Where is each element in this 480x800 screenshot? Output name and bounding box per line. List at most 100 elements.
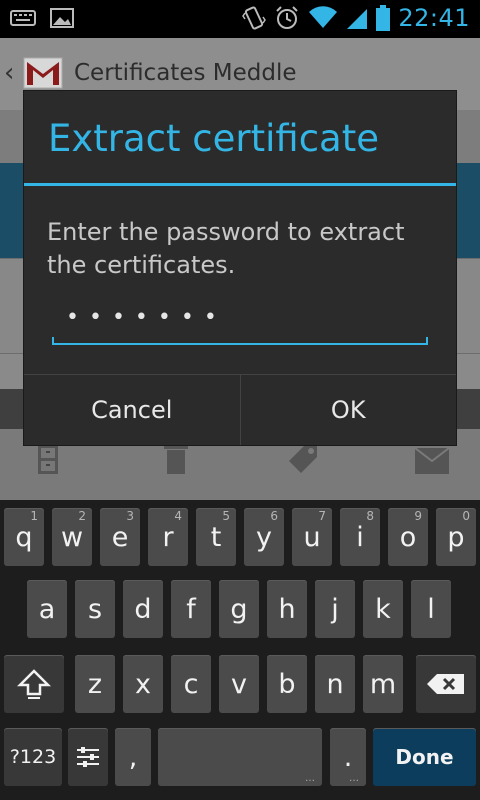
password-value: ••••••• <box>66 305 227 330</box>
symbols-key[interactable]: ?123 <box>4 728 62 786</box>
key-r[interactable]: r4 <box>148 508 188 566</box>
key-u[interactable]: u7 <box>292 508 332 566</box>
key-n[interactable]: n <box>315 655 355 713</box>
key-label: h <box>278 593 296 625</box>
dialog-message: Enter the password to extract the certif… <box>47 218 405 279</box>
key-label: f <box>186 593 196 625</box>
key-label: z <box>87 668 103 700</box>
space-key[interactable]: … <box>158 728 322 786</box>
trash-icon[interactable] <box>156 439 196 479</box>
key-hint: 1 <box>30 509 38 523</box>
key-label: Done <box>395 745 454 769</box>
alarm-icon <box>276 6 299 29</box>
key-s[interactable]: s <box>75 580 115 638</box>
key-label: e <box>111 521 129 553</box>
key-e[interactable]: e3 <box>100 508 140 566</box>
extract-certificate-dialog: Extract certificate Enter the password t… <box>24 91 456 445</box>
key-label: c <box>183 668 199 700</box>
password-input[interactable]: ••••••• <box>52 297 428 345</box>
key-label: r <box>162 521 174 553</box>
key-label: i <box>356 521 364 553</box>
key-f[interactable]: f <box>171 580 211 638</box>
key-v[interactable]: v <box>219 655 259 713</box>
back-icon[interactable]: ‹ <box>4 58 14 88</box>
key-z[interactable]: z <box>75 655 115 713</box>
key-g[interactable]: g <box>219 580 259 638</box>
key-hint: 8 <box>366 509 374 523</box>
key-q[interactable]: q1 <box>4 508 44 566</box>
move-to-icon[interactable] <box>412 439 452 479</box>
key-label: , <box>128 741 138 773</box>
status-bar: 22:41 <box>0 0 480 38</box>
done-key[interactable]: Done <box>373 728 476 786</box>
archive-icon[interactable] <box>28 439 68 479</box>
key-k[interactable]: k <box>363 580 403 638</box>
dialog-button-bar: Cancel OK <box>24 374 456 445</box>
key-label: m <box>369 668 397 700</box>
key-hint: 6 <box>270 509 278 523</box>
key-w[interactable]: w2 <box>52 508 92 566</box>
shift-icon <box>17 669 51 699</box>
settings-key[interactable] <box>68 728 108 786</box>
key-label: d <box>134 593 152 625</box>
soft-keyboard: q1 w2 e3 r4 t5 y6 u7 i8 o9 p0 a s d f g … <box>0 500 480 800</box>
key-y[interactable]: y6 <box>244 508 284 566</box>
key-hint: 9 <box>414 509 422 523</box>
key-o[interactable]: o9 <box>388 508 428 566</box>
battery-icon <box>376 5 391 31</box>
key-hint: 7 <box>318 509 326 523</box>
key-l[interactable]: l <box>411 580 451 638</box>
key-h[interactable]: h <box>267 580 307 638</box>
key-label: t <box>210 521 222 553</box>
wifi-icon <box>309 6 338 28</box>
key-label: w <box>60 521 84 553</box>
key-d[interactable]: d <box>123 580 163 638</box>
dialog-title: Extract certificate <box>48 117 379 160</box>
key-b[interactable]: b <box>267 655 307 713</box>
cancel-button[interactable]: Cancel <box>24 375 240 445</box>
backspace-key[interactable] <box>416 655 476 713</box>
key-label: k <box>375 593 391 625</box>
key-i[interactable]: i8 <box>340 508 380 566</box>
ok-button[interactable]: OK <box>239 375 457 445</box>
key-c[interactable]: c <box>171 655 211 713</box>
key-p[interactable]: p0 <box>436 508 476 566</box>
key-label: b <box>278 668 296 700</box>
key-label: l <box>427 593 435 625</box>
key-label: . <box>343 741 353 773</box>
key-t[interactable]: t5 <box>196 508 236 566</box>
period-key[interactable]: .… <box>330 728 366 786</box>
key-label: v <box>231 668 247 700</box>
settings-sliders-icon <box>77 747 99 767</box>
app-title: Certificates Meddle <box>74 60 297 86</box>
shift-key[interactable] <box>4 655 64 713</box>
more-indicator: … <box>349 773 360 784</box>
key-hint: 4 <box>174 509 182 523</box>
key-label: x <box>135 668 151 700</box>
label-icon[interactable] <box>283 439 323 479</box>
key-label: o <box>399 521 417 553</box>
key-label: n <box>326 668 344 700</box>
key-a[interactable]: a <box>27 580 67 638</box>
key-label: g <box>230 593 248 625</box>
key-label: ?123 <box>9 746 57 768</box>
key-label: a <box>38 593 56 625</box>
keyboard-icon <box>10 10 36 26</box>
backspace-icon <box>427 674 464 694</box>
key-label: p <box>447 521 465 553</box>
comma-key[interactable]: , <box>115 728 151 786</box>
key-m[interactable]: m <box>363 655 403 713</box>
vibrate-icon <box>242 6 267 30</box>
key-label: q <box>15 521 33 553</box>
clock: 22:41 <box>398 4 470 32</box>
key-label: u <box>303 521 321 553</box>
gmail-logo-icon <box>23 57 63 89</box>
key-label: y <box>256 521 272 553</box>
key-x[interactable]: x <box>123 655 163 713</box>
key-hint: 0 <box>462 509 470 523</box>
image-icon <box>50 8 74 28</box>
key-label: s <box>87 593 103 625</box>
signal-icon <box>347 9 368 29</box>
key-hint: 5 <box>222 509 230 523</box>
key-j[interactable]: j <box>315 580 355 638</box>
